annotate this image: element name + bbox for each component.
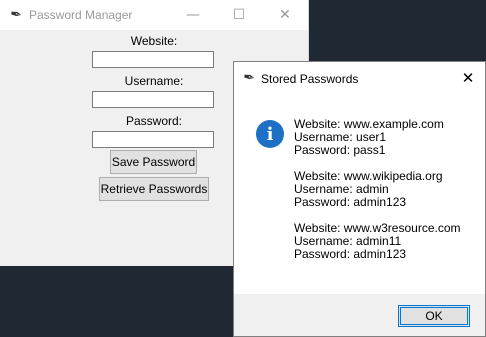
dialog-titlebar[interactable]: ✒ Stored Passwords ✕ bbox=[234, 62, 485, 94]
stored-passwords-message: Website: www.example.com Username: user1… bbox=[294, 117, 461, 261]
username-field[interactable] bbox=[92, 91, 214, 108]
password-label: Password: bbox=[125, 114, 183, 128]
stored-passwords-dialog: ✒ Stored Passwords ✕ i Website: www.exam… bbox=[233, 61, 486, 337]
website-field[interactable] bbox=[92, 51, 214, 68]
main-window-title: Password Manager bbox=[29, 8, 133, 22]
dialog-title: Stored Passwords bbox=[261, 72, 359, 86]
password-field[interactable] bbox=[92, 131, 214, 148]
ok-button[interactable]: OK bbox=[398, 305, 470, 327]
dialog-body: i Website: www.example.com Username: use… bbox=[234, 94, 485, 294]
feather-dialog-icon: ✒ bbox=[241, 69, 257, 87]
close-icon[interactable]: ✕ bbox=[262, 0, 308, 30]
minimize-icon[interactable]: — bbox=[170, 0, 216, 30]
website-label: Website: bbox=[130, 34, 178, 48]
save-password-button[interactable]: Save Password bbox=[110, 150, 197, 174]
maximize-icon[interactable]: ☐ bbox=[216, 0, 262, 30]
retrieve-passwords-button[interactable]: Retrieve Passwords bbox=[99, 177, 209, 201]
username-label: Username: bbox=[124, 74, 184, 88]
feather-app-icon: ✒ bbox=[8, 6, 24, 24]
main-titlebar[interactable]: ✒ Password Manager — ☐ ✕ bbox=[0, 0, 308, 30]
info-icon: i bbox=[256, 120, 284, 148]
dialog-close-icon[interactable]: ✕ bbox=[449, 62, 486, 94]
